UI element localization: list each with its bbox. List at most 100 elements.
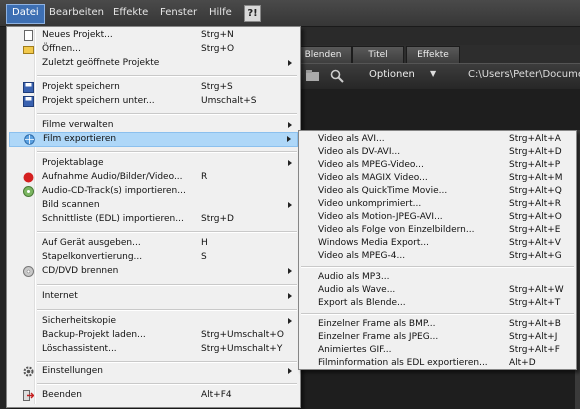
submenu-item-image-sequence[interactable]: Video als Folge von Einzelbildern... Strg… xyxy=(301,224,574,237)
menu-item-project-storage[interactable]: Projektablage xyxy=(9,157,298,170)
options-dropdown[interactable]: Optionen xyxy=(369,69,415,80)
menu-item-shortcut: Strg+D xyxy=(201,214,234,224)
menu-item-label: Video als MPEG-4... xyxy=(318,251,406,261)
menu-item-label: Sicherheitskopie xyxy=(42,316,117,326)
record-icon xyxy=(23,172,34,183)
menu-item-manage-movies[interactable]: Filme verwalten xyxy=(9,119,298,132)
submenu-item-mpeg4[interactable]: Video als MPEG-4... Strg+Alt+G xyxy=(301,250,574,263)
menu-hilfe[interactable]: Hilfe xyxy=(204,4,237,22)
menu-item-label: Stapelkonvertierung... xyxy=(42,252,143,262)
globe-export-icon xyxy=(24,134,35,145)
submenu-item-dv-avi[interactable]: Video als DV-AVI... Strg+Alt+D xyxy=(301,146,574,159)
menu-item-label: CD/DVD brennen xyxy=(42,266,119,276)
menu-item-label: Animiertes GIF... xyxy=(318,345,392,355)
menu-item-open[interactable]: Öffnen... Strg+O xyxy=(9,43,298,56)
chevron-down-icon[interactable]: ▼ xyxy=(430,69,436,78)
submenu-arrow-icon xyxy=(288,268,292,274)
disc-icon xyxy=(23,266,34,277)
menu-datei[interactable]: Datei xyxy=(6,4,45,24)
submenu-item-magix-video[interactable]: Video als MAGIX Video... Strg+Alt+M xyxy=(301,172,574,185)
menu-item-settings[interactable]: Einstellungen xyxy=(9,365,298,378)
menu-item-burn-disc[interactable]: CD/DVD brennen xyxy=(9,265,298,278)
menu-item-load-backup[interactable]: Backup-Projekt laden... Strg+Umschalt+O xyxy=(9,329,298,342)
menu-item-label: Video als DV-AVI... xyxy=(318,147,401,157)
menu-item-shortcut: Strg+Alt+G xyxy=(509,251,562,261)
menu-separator xyxy=(37,231,297,233)
search-icon[interactable] xyxy=(330,69,344,83)
menu-item-label: Projekt speichern unter... xyxy=(42,96,155,106)
menu-item-shortcut: Strg+Alt+D xyxy=(509,147,562,157)
submenu-item-mpeg[interactable]: Video als MPEG-Video... Strg+Alt+P xyxy=(301,159,574,172)
submenu-item-uncompressed[interactable]: Video unkomprimiert... Strg+Alt+R xyxy=(301,198,574,211)
menu-item-delete-assistant[interactable]: Löschassistent... Strg+Umschalt+Y xyxy=(9,343,298,356)
save-as-icon xyxy=(23,96,34,107)
app-toolbar: Optionen ▼ C:\Users\Peter\Docume xyxy=(290,63,580,90)
menu-item-shortcut: Strg+Umschalt+O xyxy=(201,330,284,340)
menu-item-label: Filminformation als EDL exportieren... xyxy=(318,358,488,368)
menu-separator xyxy=(37,383,297,385)
menu-item-label: Löschassistent... xyxy=(42,344,117,354)
submenu-item-frame-bmp[interactable]: Einzelner Frame als BMP... Strg+Alt+B xyxy=(301,318,574,331)
submenu-item-edl-export[interactable]: Filminformation als EDL exportieren... Al… xyxy=(301,357,574,370)
menu-item-shortcut: Strg+Umschalt+Y xyxy=(201,344,283,354)
menu-bearbeiten[interactable]: Bearbeiten xyxy=(44,4,109,22)
menu-item-import-edl[interactable]: Schnittliste (EDL) importieren... Strg+D xyxy=(9,213,298,226)
submenu-item-mp3[interactable]: Audio als MP3... xyxy=(301,271,574,284)
menu-item-shortcut: Strg+Alt+O xyxy=(509,212,562,222)
new-document-icon xyxy=(24,30,33,41)
menu-separator xyxy=(37,309,297,311)
tab-titel[interactable]: Titel xyxy=(352,46,404,64)
tab-blenden[interactable]: Blenden xyxy=(294,46,352,64)
menu-item-internet[interactable]: Internet xyxy=(9,290,298,303)
audio-cd-icon xyxy=(23,186,34,197)
menu-item-save-project-as[interactable]: Projekt speichern unter... Umschalt+S xyxy=(9,95,298,108)
menu-item-label: Film exportieren xyxy=(43,134,117,144)
menu-item-import-audio-cd[interactable]: Audio-CD-Track(s) importieren... xyxy=(9,185,298,198)
menu-item-label: Video als Folge von Einzelbildern... xyxy=(318,225,475,235)
tab-effekte[interactable]: Effekte xyxy=(406,46,460,64)
menu-item-recent-projects[interactable]: Zuletzt geöffnete Projekte xyxy=(9,57,298,70)
menu-separator xyxy=(37,151,297,153)
submenu-arrow-icon xyxy=(288,202,292,208)
menu-item-shortcut: Alt+D xyxy=(509,358,536,368)
menu-item-label: Einzelner Frame als JPEG... xyxy=(318,332,439,342)
menu-item-label: Audio als Wave... xyxy=(318,285,396,295)
submenu-item-wave[interactable]: Audio als Wave... Strg+Alt+W xyxy=(301,284,574,297)
menu-item-scan-image[interactable]: Bild scannen xyxy=(9,199,298,212)
submenu-item-motion-jpeg[interactable]: Video als Motion-JPEG-AVI... Strg+Alt+O xyxy=(301,211,574,224)
gear-icon xyxy=(23,366,34,377)
context-help-icon[interactable]: ?! xyxy=(244,5,261,22)
menu-item-backup[interactable]: Sicherheitskopie xyxy=(9,315,298,328)
menu-item-save-project[interactable]: Projekt speichern Strg+S xyxy=(9,81,298,94)
menu-item-label: Video als MPEG-Video... xyxy=(318,160,424,170)
submenu-item-avi[interactable]: Video als AVI... Strg+Alt+A xyxy=(301,133,574,146)
menu-item-label: Internet xyxy=(42,291,78,301)
submenu-item-frame-jpeg[interactable]: Einzelner Frame als JPEG... Strg+Alt+J xyxy=(301,331,574,344)
menu-item-label: Aufnahme Audio/Bilder/Video... xyxy=(42,172,183,182)
menu-item-output-device[interactable]: Auf Gerät ausgeben... H xyxy=(9,237,298,250)
menu-item-shortcut: Strg+Alt+Q xyxy=(509,186,562,196)
menu-item-new-project[interactable]: Neues Projekt... Strg+N xyxy=(9,29,298,42)
menu-item-label: Video als MAGIX Video... xyxy=(318,173,428,183)
submenu-item-export-transition[interactable]: Export als Blende... Strg+Alt+T xyxy=(301,297,574,310)
submenu-arrow-icon xyxy=(288,293,292,299)
menu-item-shortcut: R xyxy=(201,172,208,182)
menu-fenster[interactable]: Fenster xyxy=(155,4,202,22)
menu-item-exit[interactable]: Beenden Alt+F4 xyxy=(9,389,298,402)
export-submenu: Video als AVI... Strg+Alt+A Video als DV-… xyxy=(298,130,577,370)
submenu-item-quicktime[interactable]: Video als QuickTime Movie... Strg+Alt+Q xyxy=(301,185,574,198)
menu-item-label: Windows Media Export... xyxy=(318,238,429,248)
submenu-item-windows-media[interactable]: Windows Media Export... Strg+Alt+V xyxy=(301,237,574,250)
menu-item-label: Auf Gerät ausgeben... xyxy=(42,238,141,248)
menu-item-record[interactable]: Aufnahme Audio/Bilder/Video... R xyxy=(9,171,298,184)
submenu-arrow-icon xyxy=(287,136,291,142)
menubar: Datei Bearbeiten Effekte Fenster Hilfe ?… xyxy=(0,0,580,27)
submenu-arrow-icon xyxy=(288,318,292,324)
menu-item-label: Schnittliste (EDL) importieren... xyxy=(42,214,184,224)
menu-effekte[interactable]: Effekte xyxy=(108,4,153,22)
menu-item-export-movie[interactable]: Film exportieren xyxy=(9,132,298,147)
menu-item-batch-conversion[interactable]: Stapelkonvertierung... S xyxy=(9,251,298,264)
menu-item-shortcut: Strg+Alt+A xyxy=(509,134,561,144)
submenu-item-animated-gif[interactable]: Animiertes GIF... Strg+Alt+F xyxy=(301,344,574,357)
folder-icon[interactable] xyxy=(306,70,320,82)
